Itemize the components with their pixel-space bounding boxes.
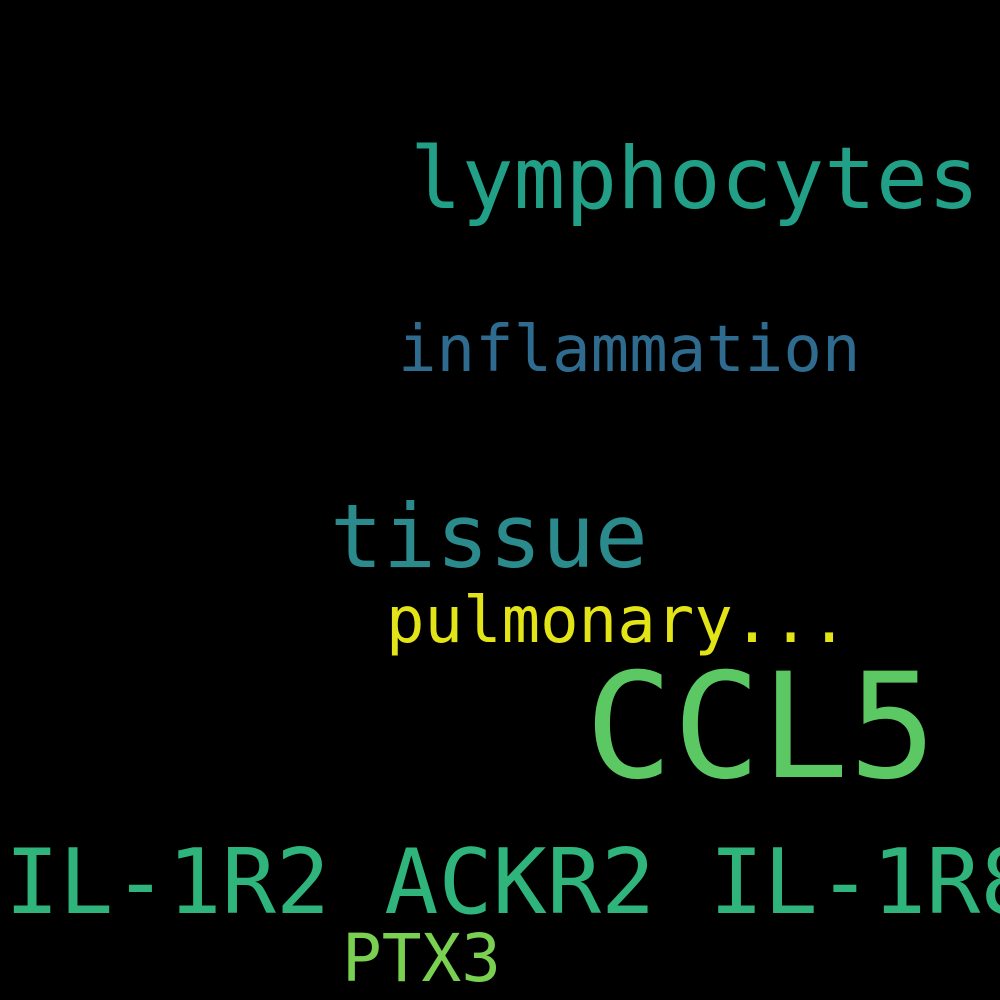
word-lymphocytes: lymphocytes — [410, 129, 980, 229]
word-ccl5: CCL5 — [585, 642, 937, 812]
word-il1r2-ackr2-il1r8: IL-1R2 ACKR2 IL-1R8 — [5, 830, 1000, 935]
word-tissue: tissue — [330, 485, 648, 588]
word-inflammation: inflammation — [398, 313, 861, 387]
word-ptx3: PTX3 — [342, 920, 501, 997]
word-cloud-canvas: lymphocytes inflammation tissue pulmonar… — [0, 0, 1000, 1000]
